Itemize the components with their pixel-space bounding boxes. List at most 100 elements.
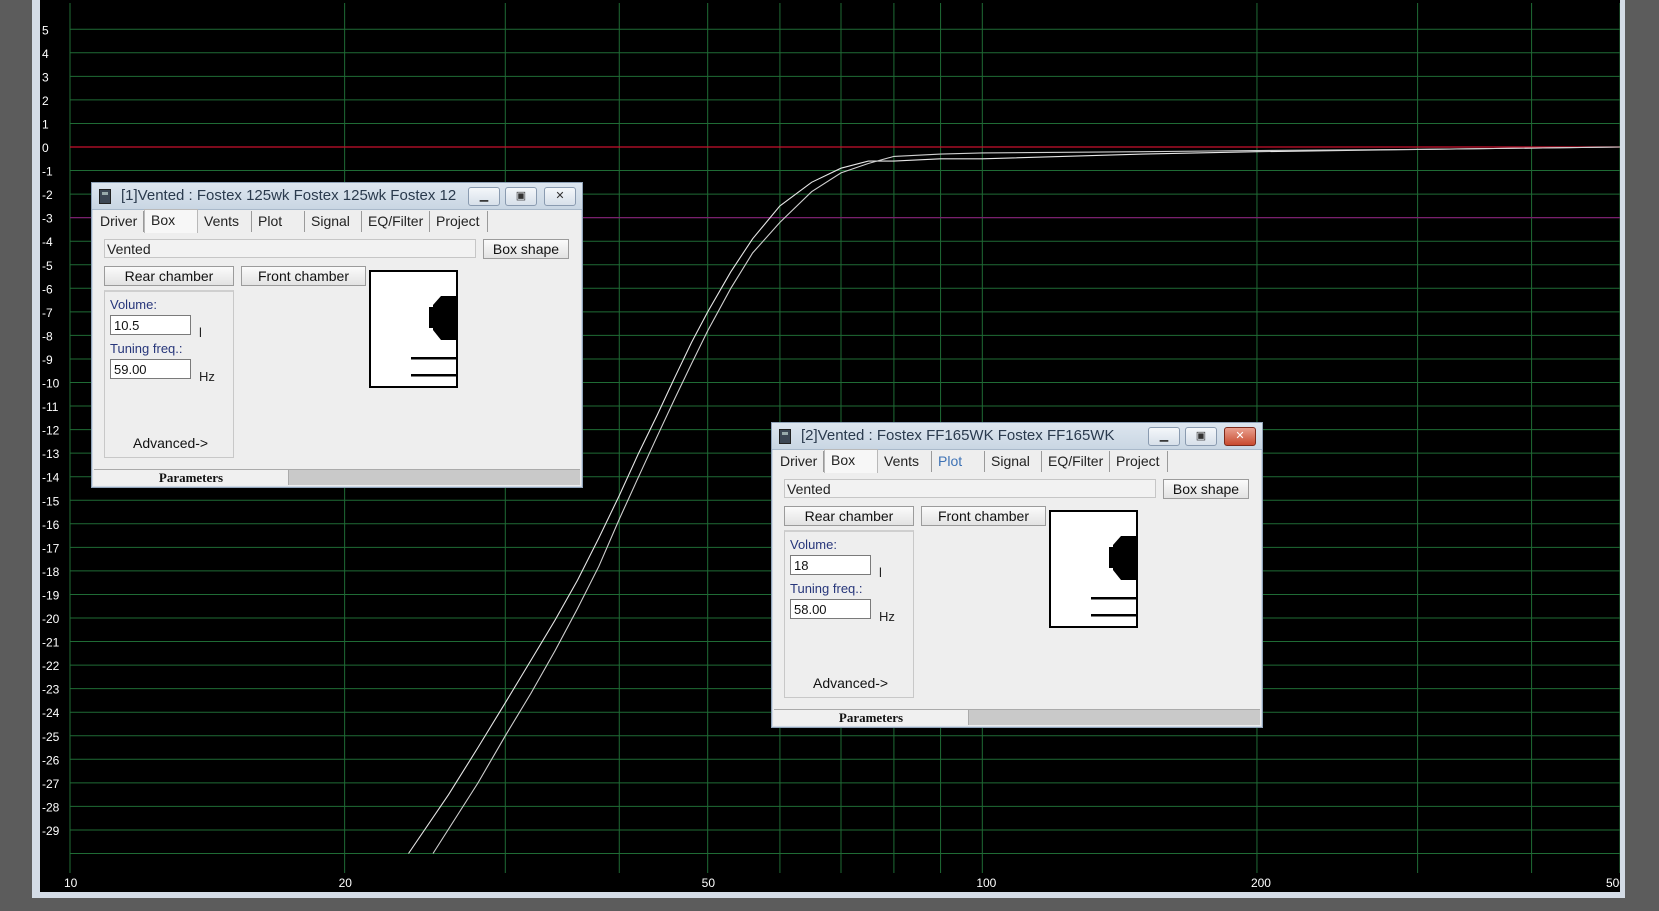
- y-tick-label: -17: [42, 541, 60, 555]
- app-icon: [779, 429, 791, 444]
- tab-signal[interactable]: Signal: [985, 451, 1042, 472]
- tuning-freq-input[interactable]: 58.00: [790, 599, 871, 619]
- box-type-field: Vented: [784, 479, 1156, 498]
- y-tick-label: 3: [42, 70, 49, 84]
- tab-project[interactable]: Project: [430, 211, 488, 232]
- tab-driver[interactable]: Driver: [94, 211, 144, 232]
- vented-box-diagram-icon: [411, 296, 456, 377]
- tuning-freq-label: Tuning freq.:: [790, 581, 863, 596]
- tuning-freq-unit: Hz: [199, 369, 215, 384]
- minimize-button[interactable]: ▁: [468, 187, 500, 206]
- tab-project[interactable]: Project: [1110, 451, 1168, 472]
- front-chamber-button[interactable]: Front chamber: [921, 506, 1046, 526]
- x-tick-label: 20: [339, 876, 353, 890]
- y-tick-label: -10: [42, 377, 60, 391]
- volume-unit: l: [199, 325, 202, 340]
- tab-eq-filter[interactable]: EQ/Filter: [1042, 451, 1110, 472]
- y-tick-label: 4: [42, 47, 49, 61]
- y-tick-label: -11: [42, 400, 59, 414]
- advanced-link[interactable]: Advanced->: [133, 435, 208, 451]
- x-tick-label: 200: [1251, 876, 1271, 890]
- window-title: [1]Vented : Fostex 125wk Fostex 125wk Fo…: [121, 187, 456, 204]
- y-tick-label: -25: [42, 730, 60, 744]
- maximize-button[interactable]: ▣: [505, 187, 537, 206]
- box-diagram: [1049, 510, 1138, 628]
- window-titlebar[interactable]: [2]Vented : Fostex FF165WK Fostex FF165W…: [772, 423, 1262, 450]
- x-tick-label: 500: [1606, 876, 1620, 890]
- y-tick-label: -13: [42, 447, 60, 461]
- y-tick-label: -18: [42, 565, 60, 579]
- tab-driver[interactable]: Driver: [774, 451, 824, 472]
- y-tick-label: -1: [42, 165, 53, 179]
- volume-input[interactable]: 10.5: [110, 315, 191, 335]
- status-bar: Parameters: [774, 709, 1260, 725]
- window-titlebar[interactable]: [1]Vented : Fostex 125wk Fostex 125wk Fo…: [92, 183, 582, 210]
- y-tick-label: -12: [42, 424, 60, 438]
- y-tick-label: -14: [42, 471, 60, 485]
- box-diagram: [369, 270, 458, 388]
- y-tick-label: -28: [42, 800, 60, 814]
- tab-plot[interactable]: Plot: [932, 451, 985, 472]
- y-tick-label: -29: [42, 824, 60, 838]
- y-tick-label: -19: [42, 588, 60, 602]
- y-tick-label: -21: [42, 636, 60, 650]
- box-editor-window-2[interactable]: [2]Vented : Fostex FF165WK Fostex FF165W…: [771, 422, 1263, 728]
- y-tick-label: -20: [42, 612, 60, 626]
- status-bar: Parameters: [94, 469, 580, 485]
- tab-signal[interactable]: Signal: [305, 211, 362, 232]
- volume-input[interactable]: 18: [790, 555, 871, 575]
- box-type-field: Vented: [104, 239, 476, 258]
- rear-chamber-button[interactable]: Rear chamber: [104, 266, 234, 286]
- vented-box-diagram-icon: [1091, 536, 1136, 617]
- x-tick-label: 50: [702, 876, 716, 890]
- y-tick-label: -23: [42, 683, 60, 697]
- volume-label: Volume:: [110, 297, 157, 312]
- x-tick-label: 10: [64, 876, 78, 890]
- minimize-button[interactable]: ▁: [1148, 427, 1180, 446]
- box-editor-window-1[interactable]: [1]Vented : Fostex 125wk Fostex 125wk Fo…: [91, 182, 583, 488]
- advanced-link[interactable]: Advanced->: [813, 675, 888, 691]
- y-tick-label: -7: [42, 306, 53, 320]
- y-tick-label: -2: [42, 188, 53, 202]
- y-tick-label: -6: [42, 282, 53, 296]
- tuning-freq-input[interactable]: 59.00: [110, 359, 191, 379]
- tab-vents[interactable]: Vents: [878, 451, 932, 472]
- y-tick-label: -5: [42, 259, 53, 273]
- y-tick-label: -26: [42, 753, 60, 767]
- tuning-freq-label: Tuning freq.:: [110, 341, 183, 356]
- status-parameters: Parameters: [774, 710, 969, 725]
- tuning-freq-unit: Hz: [879, 609, 895, 624]
- front-chamber-button[interactable]: Front chamber: [241, 266, 366, 286]
- status-parameters: Parameters: [94, 470, 289, 485]
- close-button[interactable]: ✕: [1224, 427, 1256, 446]
- y-tick-label: 2: [42, 94, 49, 108]
- box-shape-button[interactable]: Box shape: [483, 239, 569, 259]
- tab-box[interactable]: Box: [144, 209, 198, 233]
- tab-vents[interactable]: Vents: [198, 211, 252, 232]
- y-tick-label: -15: [42, 494, 60, 508]
- rear-chamber-button[interactable]: Rear chamber: [784, 506, 914, 526]
- tab-plot[interactable]: Plot: [252, 211, 305, 232]
- y-tick-label: 1: [42, 117, 49, 131]
- y-tick-label: -24: [42, 706, 60, 720]
- y-tick-label: -4: [42, 235, 53, 249]
- window-title: [2]Vented : Fostex FF165WK Fostex FF165W…: [801, 427, 1115, 444]
- tab-strip: Driver Box Vents Plot Signal EQ/Filter P…: [94, 209, 580, 233]
- y-tick-label: 0: [42, 141, 49, 155]
- tab-strip: Driver Box Vents Plot Signal EQ/Filter P…: [774, 449, 1260, 473]
- y-tick-label: -8: [42, 329, 53, 343]
- tab-box[interactable]: Box: [824, 449, 878, 473]
- maximize-button[interactable]: ▣: [1185, 427, 1217, 446]
- y-tick-label: -3: [42, 212, 53, 226]
- volume-unit: l: [879, 565, 882, 580]
- tab-eq-filter[interactable]: EQ/Filter: [362, 211, 430, 232]
- y-tick-label: -27: [42, 777, 60, 791]
- box-shape-button[interactable]: Box shape: [1163, 479, 1249, 499]
- y-tick-label: -16: [42, 518, 60, 532]
- close-button[interactable]: ✕: [544, 187, 576, 206]
- y-tick-label: -22: [42, 659, 60, 673]
- x-tick-label: 100: [976, 876, 996, 890]
- volume-label: Volume:: [790, 537, 837, 552]
- app-icon: [99, 189, 111, 204]
- y-tick-label: -9: [42, 353, 53, 367]
